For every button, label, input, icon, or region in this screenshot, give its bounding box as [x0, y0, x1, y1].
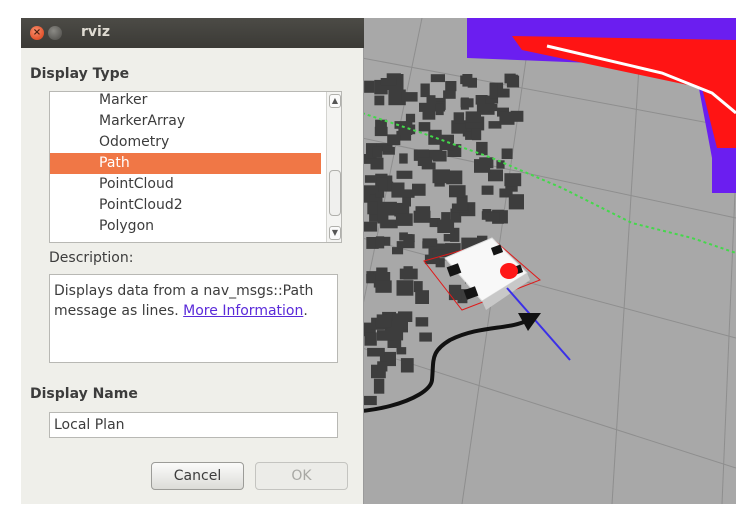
description-label: Description: [49, 250, 134, 266]
scroll-thumb[interactable] [329, 170, 341, 216]
display-type-list[interactable]: Marker MarkerArray Odometry Path PointCl… [49, 91, 342, 243]
title-bar: × rviz [21, 18, 364, 48]
list-item-polygon[interactable]: Polygon [50, 216, 321, 237]
list-item-path[interactable]: Path [50, 153, 321, 174]
more-information-link[interactable]: More Information [183, 303, 303, 319]
minimize-icon[interactable] [48, 26, 62, 40]
description-end: . [303, 303, 308, 319]
close-icon[interactable]: × [30, 26, 44, 40]
cancel-button[interactable]: Cancel [151, 462, 244, 490]
window-title: rviz [81, 24, 110, 40]
description-box: Displays data from a nav_msgs::Path mess… [49, 274, 338, 363]
display-name-input[interactable] [49, 412, 338, 438]
display-type-label: Display Type [30, 66, 130, 82]
ok-button[interactable]: OK [255, 462, 348, 490]
list-item-pointcloud2[interactable]: PointCloud2 [50, 195, 321, 216]
scroll-up-icon[interactable]: ▲ [329, 94, 341, 108]
display-name-label: Display Name [30, 386, 138, 402]
list-item-odometry[interactable]: Odometry [50, 132, 321, 153]
rviz-dialog: × rviz Display Type Marker MarkerArray O… [21, 18, 364, 504]
scroll-down-icon[interactable]: ▼ [329, 226, 341, 240]
list-item-pointcloud[interactable]: PointCloud [50, 174, 321, 195]
list-scrollbar[interactable]: ▲ ▼ [326, 92, 341, 242]
list-item-markerarray[interactable]: MarkerArray [50, 111, 321, 132]
list-item-marker[interactable]: Marker [50, 92, 321, 111]
